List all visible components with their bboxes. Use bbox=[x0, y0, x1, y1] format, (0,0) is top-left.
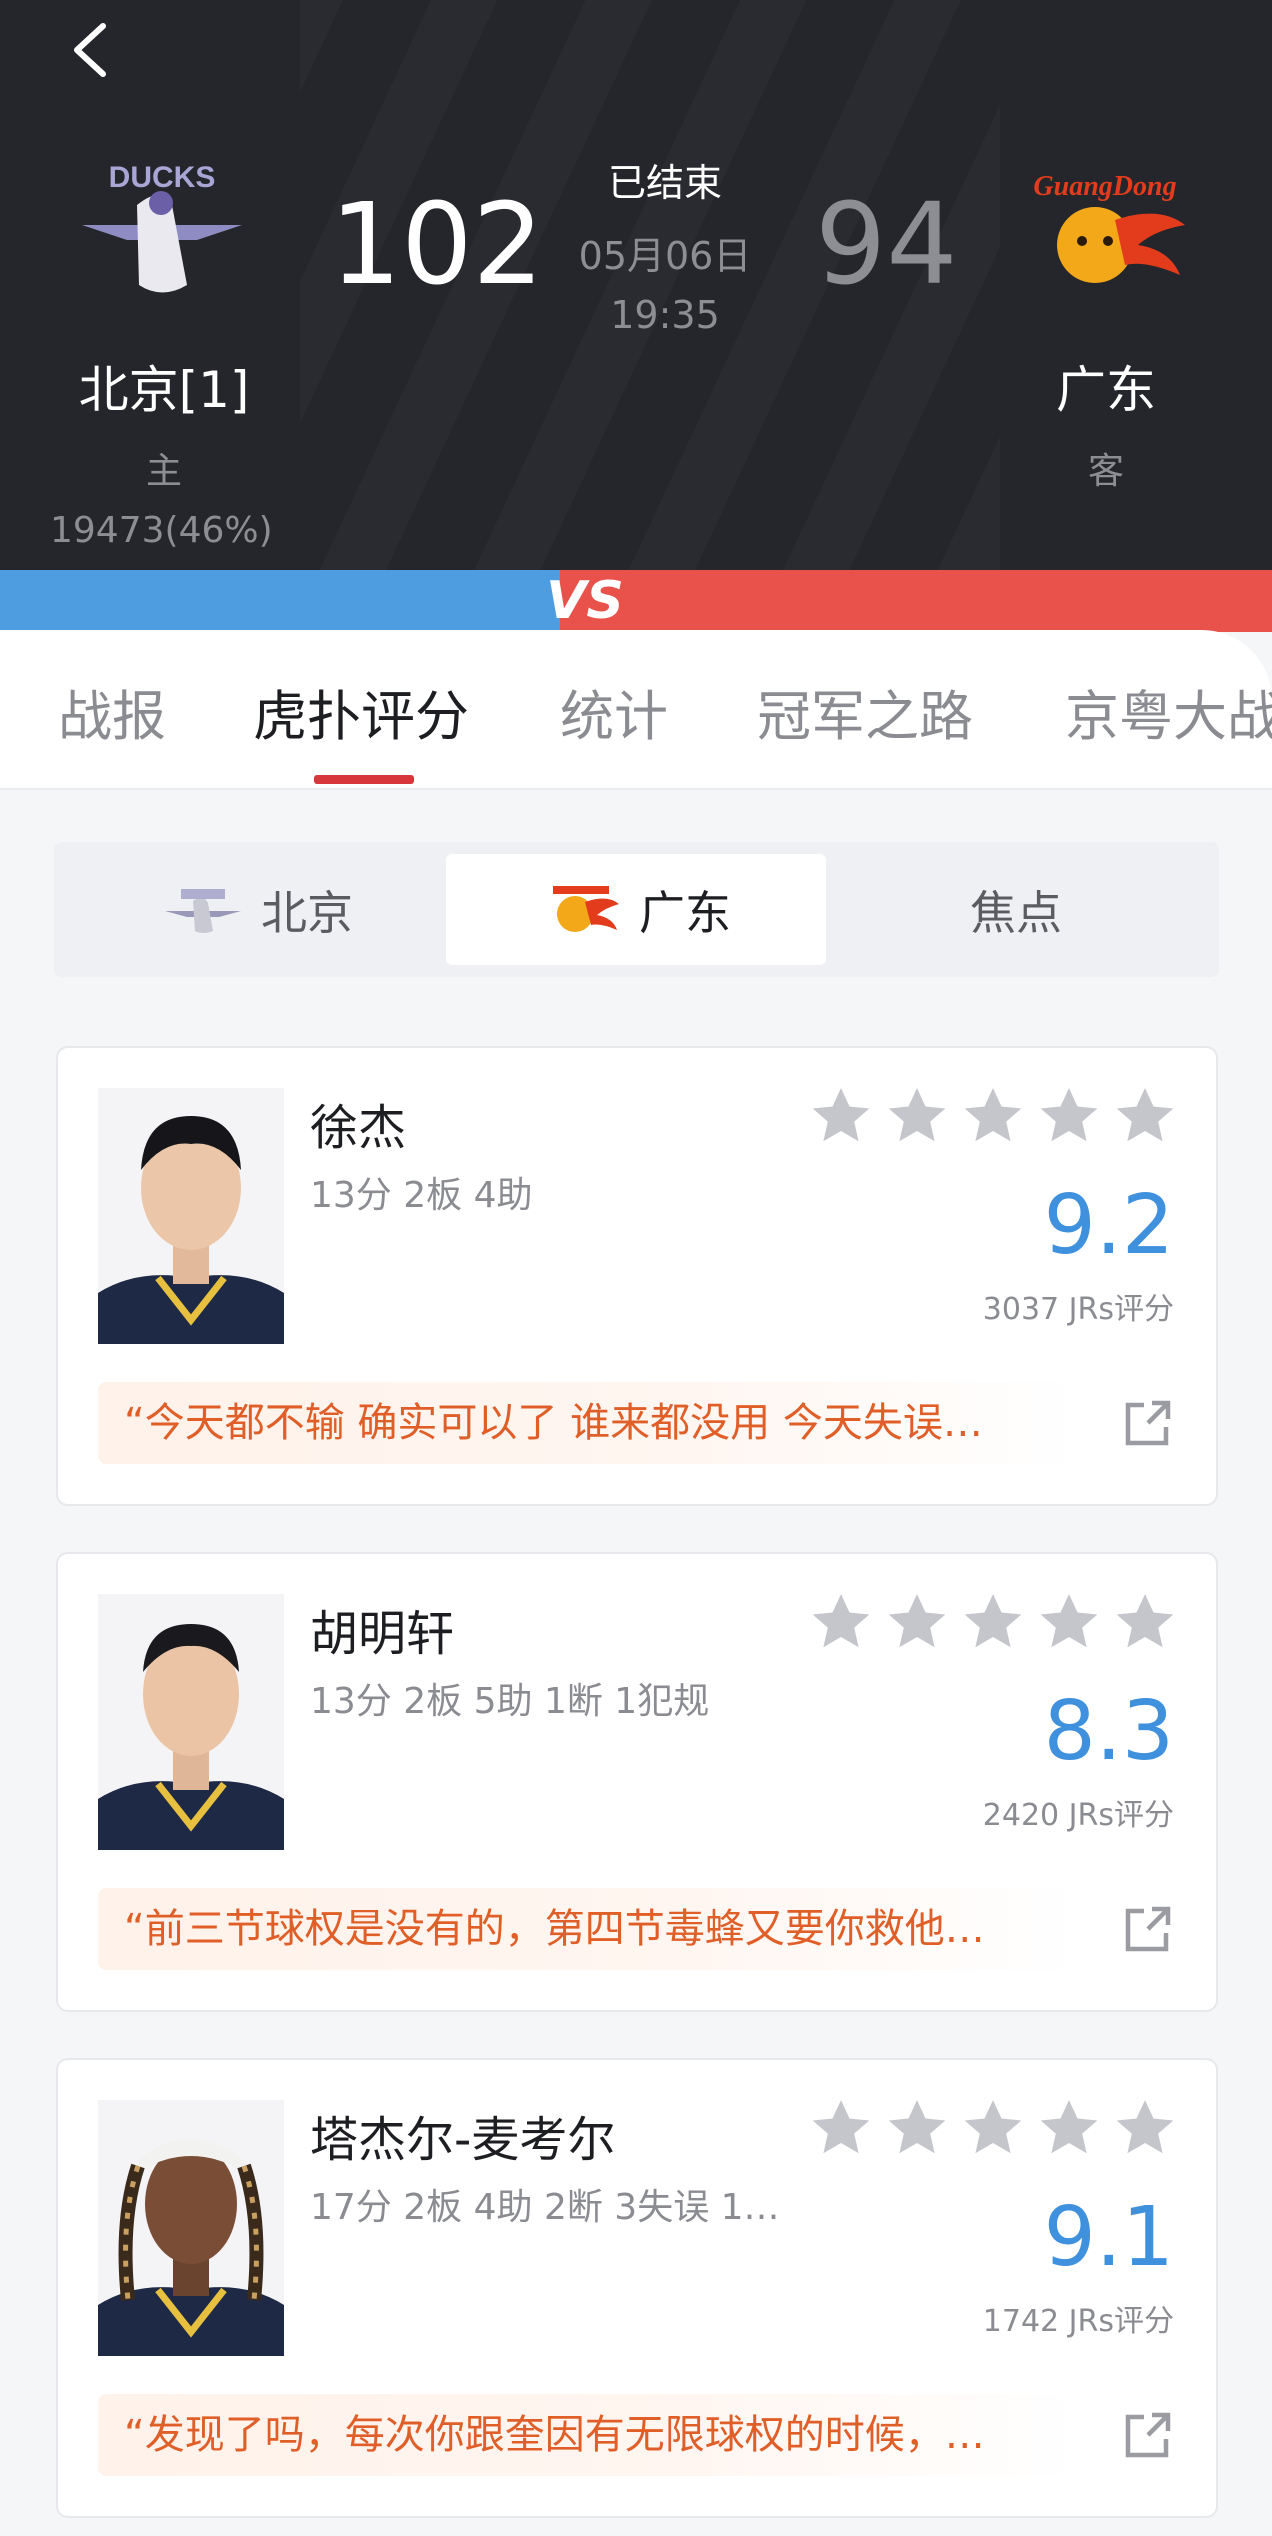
player-stats: 13分 2板 5助 1断 1犯规 bbox=[310, 1681, 710, 1722]
away-score: 94 bbox=[815, 180, 958, 310]
player-name: 徐杰 bbox=[310, 1100, 407, 1156]
vs-bar-home bbox=[0, 570, 590, 632]
player-rating: 9.2 bbox=[1043, 1178, 1174, 1273]
away-team-logo[interactable]: GuangDong bbox=[1015, 160, 1195, 310]
tab-rivalry[interactable]: 京粤大战 bbox=[1065, 672, 1272, 751]
away-team-role: 客 bbox=[1087, 451, 1124, 492]
rating-count: 2420 JRs评分 bbox=[982, 1798, 1174, 1833]
rating-stars[interactable] bbox=[808, 2096, 1178, 2162]
player-card[interactable]: 徐杰 13分 2板 4助 9.2 3037 JRs评分 “今天都不输 确实可以了… bbox=[56, 1046, 1218, 1506]
away-team-name: 广东 bbox=[1056, 361, 1156, 419]
player-name: 胡明轩 bbox=[310, 1606, 455, 1662]
star-icon[interactable] bbox=[808, 1590, 874, 1656]
star-icon[interactable] bbox=[1036, 1084, 1102, 1150]
top-comment[interactable]: “前三节球权是没有的，第四节毒蜂又要你救他… bbox=[98, 1888, 1078, 1970]
game-status: 已结束 bbox=[607, 161, 722, 205]
segment-focus-label: 焦点 bbox=[970, 885, 1062, 940]
vs-label: VS bbox=[546, 571, 624, 631]
game-date: 05月06日 bbox=[578, 234, 752, 278]
home-support-count: 19473(46%) bbox=[50, 510, 273, 551]
tab-road-to-title[interactable]: 冠军之路 bbox=[757, 672, 973, 751]
segment-beijing-label: 北京 bbox=[261, 885, 353, 940]
segment-focus[interactable]: 焦点 bbox=[826, 854, 1206, 965]
player-rating: 8.3 bbox=[1043, 1684, 1174, 1779]
star-icon[interactable] bbox=[1036, 2096, 1102, 2162]
home-team-name: 北京[1] bbox=[78, 361, 250, 419]
tab-ratings[interactable]: 虎扑评分 bbox=[253, 672, 469, 751]
home-team-logo[interactable]: DUCKS bbox=[72, 160, 252, 310]
tab-report[interactable]: 战报 bbox=[58, 672, 166, 751]
back-button[interactable] bbox=[50, 10, 130, 90]
player-avatar bbox=[98, 1594, 284, 1850]
player-stats: 13分 2板 4助 bbox=[310, 1175, 533, 1216]
star-icon[interactable] bbox=[960, 1084, 1026, 1150]
rating-stars[interactable] bbox=[808, 1084, 1178, 1150]
share-icon[interactable] bbox=[1118, 1899, 1178, 1959]
svg-text:GuangDong: GuangDong bbox=[1033, 171, 1176, 202]
share-icon[interactable] bbox=[1118, 2405, 1178, 2465]
game-time: 19:35 bbox=[610, 293, 720, 337]
player-stats: 17分 2板 4助 2断 3失误 1… bbox=[310, 2187, 780, 2228]
segment-guangdong-label: 广东 bbox=[639, 885, 731, 940]
team-segment-control: 北京 广东 焦点 bbox=[54, 842, 1219, 977]
top-comment[interactable]: “今天都不输 确实可以了 谁来都没用 今天失误… bbox=[98, 1382, 1078, 1464]
rating-count: 1742 JRs评分 bbox=[982, 2304, 1174, 2339]
player-name: 塔杰尔-麦考尔 bbox=[310, 2112, 616, 2168]
player-card[interactable]: 塔杰尔-麦考尔 17分 2板 4助 2断 3失误 1… 9.1 1742 JRs… bbox=[56, 2058, 1218, 2518]
guangdong-logo-icon bbox=[553, 885, 619, 932]
active-tab-indicator bbox=[314, 775, 414, 784]
star-icon[interactable] bbox=[1112, 2096, 1178, 2162]
beijing-logo-icon bbox=[165, 888, 241, 933]
star-icon[interactable] bbox=[960, 2096, 1026, 2162]
player-avatar bbox=[98, 1088, 284, 1344]
star-icon[interactable] bbox=[1036, 1590, 1102, 1656]
star-icon[interactable] bbox=[884, 1084, 950, 1150]
svg-text:DUCKS: DUCKS bbox=[109, 165, 216, 194]
star-icon[interactable] bbox=[808, 1084, 874, 1150]
star-icon[interactable] bbox=[960, 1590, 1026, 1656]
top-comment[interactable]: “发现了吗，每次你跟奎因有无限球权的时候，… bbox=[98, 2394, 1078, 2476]
star-icon[interactable] bbox=[1112, 1590, 1178, 1656]
player-rating: 9.1 bbox=[1043, 2190, 1174, 2285]
home-score: 102 bbox=[330, 180, 544, 310]
share-icon[interactable] bbox=[1118, 1393, 1178, 1453]
vs-bar-away bbox=[560, 570, 1272, 632]
star-icon[interactable] bbox=[884, 1590, 950, 1656]
star-icon[interactable] bbox=[884, 2096, 950, 2162]
rating-count: 3037 JRs评分 bbox=[982, 1292, 1174, 1327]
star-icon[interactable] bbox=[808, 2096, 874, 2162]
star-icon[interactable] bbox=[1112, 1084, 1178, 1150]
vs-bar: VS bbox=[0, 570, 1272, 632]
chevron-left-icon bbox=[74, 23, 106, 77]
tab-stats[interactable]: 统计 bbox=[560, 672, 668, 751]
player-card[interactable]: 胡明轩 13分 2板 5助 1断 1犯规 8.3 2420 JRs评分 “前三节… bbox=[56, 1552, 1218, 2012]
home-team-role: 主 bbox=[145, 451, 182, 492]
rating-stars[interactable] bbox=[808, 1590, 1178, 1656]
tab-bar: 战报 虎扑评分 统计 冠军之路 京粤大战 bbox=[0, 630, 1272, 790]
segment-guangdong[interactable]: 广东 bbox=[446, 854, 826, 965]
player-avatar bbox=[98, 2100, 284, 2356]
segment-beijing[interactable]: 北京 bbox=[68, 854, 448, 965]
game-header: DUCKS 北京[1] 主 19473(46%) 102 已结束 05月06日 … bbox=[0, 0, 1272, 570]
